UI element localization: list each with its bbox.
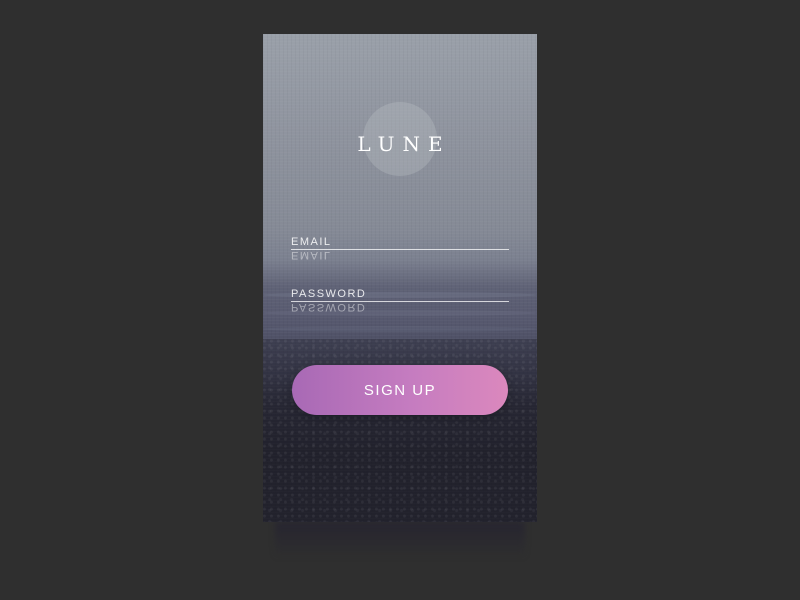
password-field[interactable]: PASSWORD PASSWORD	[291, 288, 509, 313]
password-label-reflection: PASSWORD	[291, 301, 367, 313]
phone-shadow	[275, 522, 525, 558]
sign-up-button[interactable]: SIGN UP	[292, 365, 508, 415]
app-logo: LUNE	[357, 132, 451, 156]
email-input[interactable]	[291, 236, 509, 250]
email-field[interactable]: EMAIL EMAIL	[291, 236, 509, 261]
email-underline	[291, 249, 509, 250]
email-label-reflection: EMAIL	[291, 249, 332, 261]
stage: LUNE EMAIL EMAIL PASSWORD PASSWORD SIGN …	[0, 0, 800, 600]
wave-band	[263, 326, 537, 332]
password-input[interactable]	[291, 288, 509, 302]
password-underline	[291, 301, 509, 302]
phone-screen: LUNE EMAIL EMAIL PASSWORD PASSWORD SIGN …	[263, 34, 537, 522]
